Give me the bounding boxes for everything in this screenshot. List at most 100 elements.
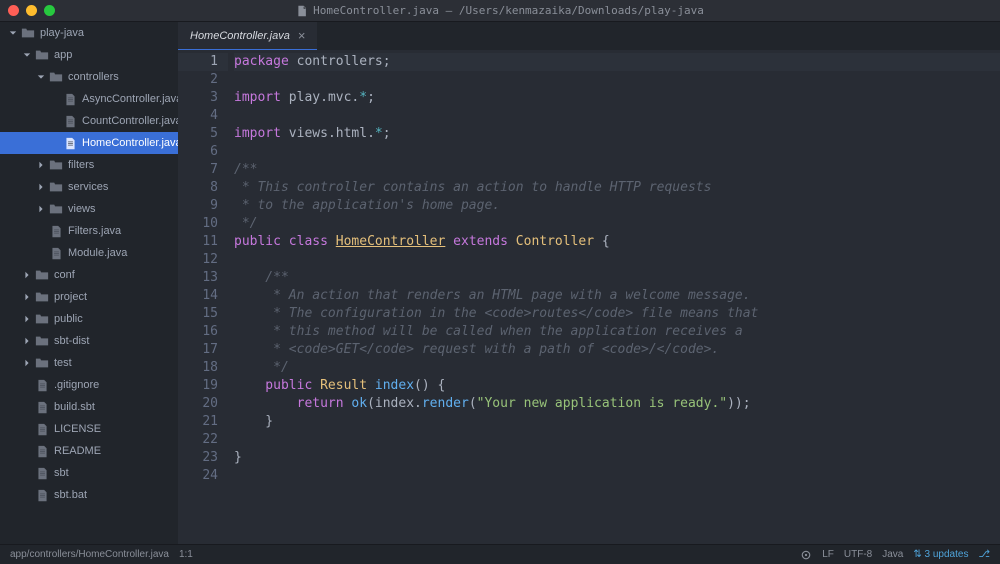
tree-item-project[interactable]: project (0, 286, 178, 308)
folder-icon (49, 202, 63, 216)
tree-item-license[interactable]: LICENSE (0, 418, 178, 440)
folder-icon (49, 158, 63, 172)
tree-item-label: public (54, 313, 83, 325)
tree-item-label: controllers (68, 71, 119, 83)
tree-item-sbt[interactable]: sbt (0, 462, 178, 484)
folder-icon (35, 356, 49, 370)
line-number-gutter: 123456789101112131415161718192021222324 (178, 50, 228, 544)
tree-item-label: LICENSE (54, 423, 101, 435)
tree-item-play-java[interactable]: play-java (0, 22, 178, 44)
window-controls (8, 5, 55, 16)
file-icon (63, 136, 77, 150)
chevron-right-icon (36, 160, 46, 170)
file-icon (49, 224, 63, 238)
chevron-right-icon (22, 336, 32, 346)
tree-item-services[interactable]: services (0, 176, 178, 198)
folder-icon (49, 180, 63, 194)
file-icon (49, 246, 63, 260)
tree-item-label: Module.java (68, 247, 127, 259)
chevron-down-icon (22, 50, 32, 60)
tab-label: HomeController.java (190, 30, 290, 42)
folder-icon (35, 312, 49, 326)
tree-item-label: build.sbt (54, 401, 95, 413)
tree-item-label: conf (54, 269, 75, 281)
file-icon (35, 400, 49, 414)
tree-item-label: services (68, 181, 108, 193)
tree-item-views[interactable]: views (0, 198, 178, 220)
tree-item-label: sbt-dist (54, 335, 89, 347)
tree-item-label: play-java (40, 27, 84, 39)
title-path: /Users/kenmazaika/Downloads/play-java (459, 4, 704, 17)
tree-item-sbt-dist[interactable]: sbt-dist (0, 330, 178, 352)
git-icon[interactable]: ⎇ (978, 549, 990, 560)
tree-item-build-sbt[interactable]: build.sbt (0, 396, 178, 418)
minimize-window-button[interactable] (26, 5, 37, 16)
chevron-right-icon (22, 270, 32, 280)
close-icon[interactable]: × (298, 28, 306, 43)
tree-item-label: CountController.java (82, 115, 178, 127)
tree-item-filters-java[interactable]: Filters.java (0, 220, 178, 242)
tree-item--gitignore[interactable]: .gitignore (0, 374, 178, 396)
chevron-down-icon (36, 72, 46, 82)
tree-item-label: views (68, 203, 96, 215)
folder-icon (21, 26, 35, 40)
chevron-right-icon (22, 314, 32, 324)
tree-item-homecontroller-java[interactable]: HomeController.java (0, 132, 178, 154)
status-language[interactable]: Java (882, 549, 903, 560)
tree-item-public[interactable]: public (0, 308, 178, 330)
tree-item-label: filters (68, 159, 94, 171)
tree-item-label: AsyncController.java (82, 93, 178, 105)
settings-icon[interactable] (800, 549, 812, 561)
chevron-right-icon (22, 358, 32, 368)
file-icon (35, 378, 49, 392)
tab-homecontroller[interactable]: HomeController.java × (178, 22, 317, 50)
status-line-ending[interactable]: LF (822, 549, 834, 560)
tree-item-label: README (54, 445, 101, 457)
chevron-down-icon (8, 28, 18, 38)
file-icon (35, 488, 49, 502)
status-bar: app/controllers/HomeController.java 1:1 … (0, 544, 1000, 564)
tree-item-app[interactable]: app (0, 44, 178, 66)
tab-bar: HomeController.java × (178, 22, 1000, 50)
file-icon (35, 466, 49, 480)
file-tree-sidebar[interactable]: play-java app controllers AsyncController.j… (0, 22, 178, 544)
tree-item-label: HomeController.java (82, 137, 178, 149)
tree-item-filters[interactable]: filters (0, 154, 178, 176)
tree-item-conf[interactable]: conf (0, 264, 178, 286)
file-icon (63, 114, 77, 128)
status-updates[interactable]: ⇅ 3 updates (913, 549, 968, 560)
close-window-button[interactable] (8, 5, 19, 16)
file-icon (296, 5, 308, 17)
folder-icon (35, 268, 49, 282)
chevron-right-icon (36, 182, 46, 192)
status-file-path[interactable]: app/controllers/HomeController.java (10, 549, 169, 560)
chevron-right-icon (22, 292, 32, 302)
file-icon (35, 422, 49, 436)
title-filename: HomeController.java (313, 4, 439, 17)
folder-icon (35, 48, 49, 62)
tree-item-test[interactable]: test (0, 352, 178, 374)
tree-item-label: project (54, 291, 87, 303)
tree-item-label: sbt.bat (54, 489, 87, 501)
tree-item-asynccontroller-java[interactable]: AsyncController.java (0, 88, 178, 110)
status-cursor-position[interactable]: 1:1 (179, 549, 193, 560)
file-icon (63, 92, 77, 106)
tree-item-module-java[interactable]: Module.java (0, 242, 178, 264)
tree-item-countcontroller-java[interactable]: CountController.java (0, 110, 178, 132)
window-title: HomeController.java — /Users/kenmazaika/… (296, 4, 704, 17)
folder-icon (35, 334, 49, 348)
chevron-right-icon (36, 204, 46, 214)
code-editor[interactable]: 123456789101112131415161718192021222324 … (178, 50, 1000, 544)
folder-icon (49, 70, 63, 84)
folder-icon (35, 290, 49, 304)
tree-item-label: sbt (54, 467, 69, 479)
tree-item-readme[interactable]: README (0, 440, 178, 462)
tree-item-label: test (54, 357, 72, 369)
tree-item-sbt-bat[interactable]: sbt.bat (0, 484, 178, 506)
maximize-window-button[interactable] (44, 5, 55, 16)
status-encoding[interactable]: UTF-8 (844, 549, 872, 560)
tree-item-controllers[interactable]: controllers (0, 66, 178, 88)
code-content[interactable]: package controllers;import play.mvc.*;im… (228, 50, 1000, 544)
titlebar: HomeController.java — /Users/kenmazaika/… (0, 0, 1000, 22)
tree-item-label: app (54, 49, 72, 61)
